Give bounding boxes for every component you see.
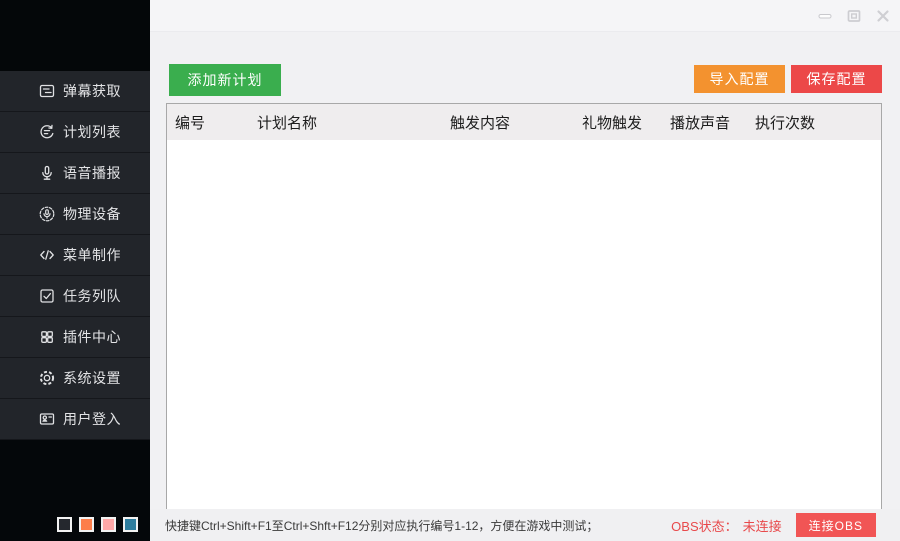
sidebar-item-plugin-center[interactable]: 插件中心 [0, 317, 150, 358]
close-icon [876, 9, 890, 23]
physical-device-icon [38, 205, 56, 223]
sidebar-item-label: 计划列表 [63, 122, 121, 142]
obs-status: OBS状态： 未连接 [671, 516, 781, 535]
task-check-icon [38, 287, 56, 305]
logo-area [0, 0, 150, 71]
sidebar-menu: 弹幕获取 计划列表 [0, 71, 150, 440]
palette-swatch-orange[interactable] [79, 517, 94, 532]
palette-swatch-pink[interactable] [101, 517, 116, 532]
column-header-trigger-content: 触发内容 [450, 112, 582, 133]
column-header-plan-name: 计划名称 [257, 112, 450, 133]
app-window: 弹幕获取 计划列表 [0, 0, 900, 541]
sidebar-item-plan-list[interactable]: 计划列表 [0, 112, 150, 153]
sidebar: 弹幕获取 计划列表 [0, 0, 150, 541]
sidebar-item-voice-broadcast[interactable]: 语音播报 [0, 153, 150, 194]
user-card-icon [38, 410, 56, 428]
sidebar-item-menu-maker[interactable]: 菜单制作 [0, 235, 150, 276]
add-plan-button[interactable]: 添加新计划 [169, 64, 281, 96]
connect-obs-button[interactable]: 连接OBS [796, 513, 876, 537]
minimize-button[interactable] [818, 9, 832, 23]
sidebar-footer [0, 440, 150, 541]
maximize-button[interactable] [847, 9, 861, 23]
palette-swatch-dark[interactable] [57, 517, 72, 532]
column-header-gift-trigger: 礼物触发 [582, 112, 670, 133]
sidebar-item-label: 菜单制作 [63, 245, 121, 265]
plan-table-header: 编号 计划名称 触发内容 礼物触发 播放声音 执行次数 [167, 104, 881, 140]
sidebar-item-label: 用户登入 [63, 409, 121, 429]
maximize-icon [847, 9, 861, 23]
sidebar-item-label: 弹幕获取 [63, 81, 121, 101]
sidebar-item-label: 语音播报 [63, 163, 121, 183]
gear-icon [38, 369, 56, 387]
window-controls [818, 0, 890, 32]
sidebar-item-task-queue[interactable]: 任务列队 [0, 276, 150, 317]
minimize-icon [818, 9, 832, 23]
sidebar-item-label: 插件中心 [63, 327, 121, 347]
column-header-id: 编号 [167, 112, 257, 133]
main-area: 添加新计划 导入配置 保存配置 编号 计划名称 触发内容 礼物触发 播放声音 执… [150, 0, 900, 541]
column-header-exec-count: 执行次数 [755, 112, 881, 133]
code-icon [38, 246, 56, 264]
titlebar [150, 0, 900, 32]
sidebar-item-label: 系统设置 [63, 368, 121, 388]
close-button[interactable] [876, 9, 890, 23]
obs-status-value: 未连接 [743, 519, 782, 534]
hotkey-hint: 快捷键Ctrl+Shift+F1至Ctrl+Shft+F12分别对应执行编号1-… [165, 517, 671, 534]
sidebar-item-settings[interactable]: 系统设置 [0, 358, 150, 399]
save-config-button[interactable]: 保存配置 [791, 65, 882, 93]
sidebar-item-danmaku[interactable]: 弹幕获取 [0, 71, 150, 112]
palette-swatch-teal[interactable] [123, 517, 138, 532]
sidebar-item-label: 物理设备 [63, 204, 121, 224]
import-config-button[interactable]: 导入配置 [694, 65, 785, 93]
theme-palette [57, 517, 138, 532]
voice-broadcast-icon [38, 164, 56, 182]
plan-table: 编号 计划名称 触发内容 礼物触发 播放声音 执行次数 [166, 103, 882, 509]
obs-status-label: OBS状态： [671, 519, 737, 534]
plan-table-body[interactable] [167, 140, 881, 510]
plan-list-icon [38, 123, 56, 141]
sidebar-item-user-login[interactable]: 用户登入 [0, 399, 150, 440]
sidebar-item-label: 任务列队 [63, 286, 121, 306]
danmaku-icon [38, 82, 56, 100]
column-header-play-sound: 播放声音 [670, 112, 755, 133]
sidebar-item-physical-device[interactable]: 物理设备 [0, 194, 150, 235]
statusbar: 快捷键Ctrl+Shift+F1至Ctrl+Shft+F12分别对应执行编号1-… [150, 509, 900, 541]
plugin-grid-icon [38, 328, 56, 346]
